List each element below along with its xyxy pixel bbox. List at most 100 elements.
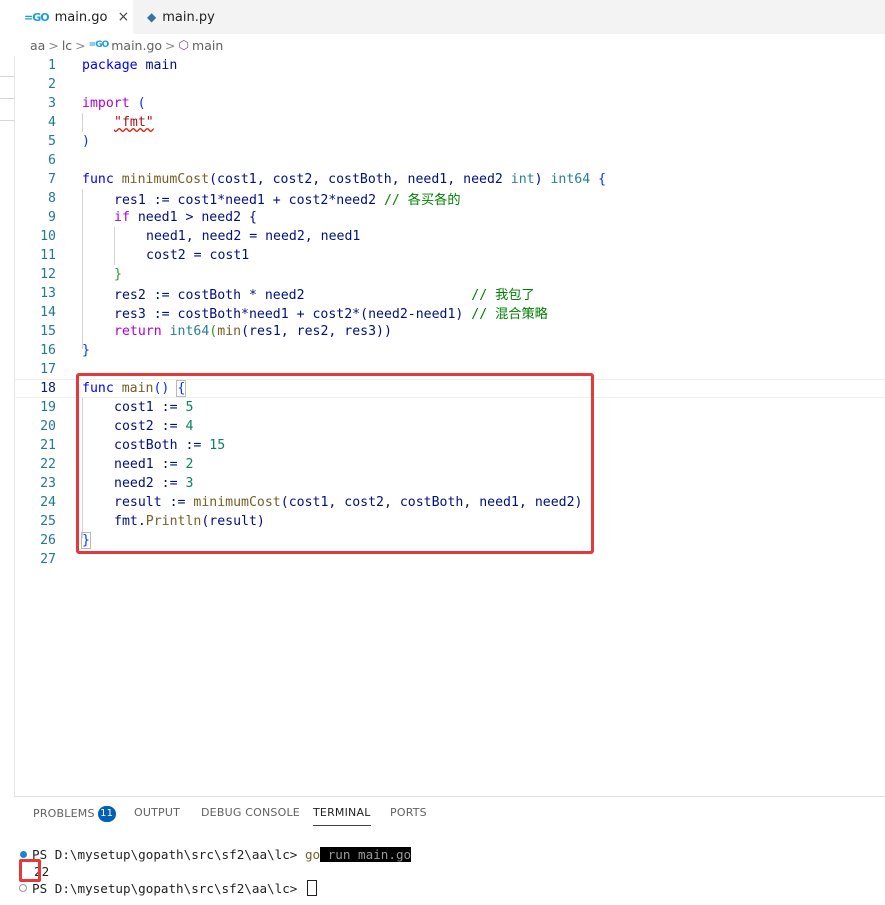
code-line: 21 costBoth := 15 bbox=[14, 436, 885, 455]
number-literal: 5 bbox=[185, 400, 194, 415]
code-text: need1 > need2 { bbox=[129, 210, 257, 225]
line-number: 27 bbox=[40, 552, 56, 567]
number-literal: 15 bbox=[209, 438, 226, 453]
breadcrumb-item-main-go[interactable]: main.go bbox=[111, 38, 162, 53]
code-text: (cost1, cost2, costBoth, need1, need2 bbox=[209, 172, 511, 187]
tab-label: main.py bbox=[162, 9, 215, 25]
function-name: main bbox=[121, 381, 154, 396]
annotation-output-box bbox=[19, 859, 41, 882]
code-line: 7 func minimumCost(cost1, cost2, costBot… bbox=[14, 170, 885, 189]
code-line: 20 cost2 := 4 bbox=[14, 417, 885, 436]
function-name: min bbox=[217, 324, 242, 339]
code-line: 2 bbox=[14, 75, 885, 94]
breadcrumb-item-aa[interactable]: aa bbox=[30, 38, 45, 53]
function-name: minimumCost bbox=[193, 495, 281, 510]
code-line: 14 res3 := costBoth*need1 + cost2*(need2… bbox=[14, 303, 885, 322]
function-name: Println bbox=[145, 514, 202, 529]
code-text: (cost1, cost2, costBoth, need1, need2) bbox=[280, 495, 583, 510]
tab-ports[interactable]: PORTS bbox=[390, 806, 427, 826]
line-number: 11 bbox=[40, 248, 56, 263]
code-line: 25 fmt.Println(result) bbox=[14, 512, 885, 531]
breadcrumb-item-main[interactable]: main bbox=[192, 38, 223, 53]
code-line: 5 ) bbox=[14, 132, 885, 151]
code-line: 22 need1 := 2 bbox=[14, 455, 885, 474]
code-text: } bbox=[82, 343, 90, 358]
terminal-prompt: PS D:\mysetup\gopath\src\sf2\aa\lc> bbox=[32, 881, 305, 896]
keyword: import bbox=[82, 96, 130, 111]
go-file-icon: =GO bbox=[88, 40, 110, 50]
line-number: 25 bbox=[40, 514, 56, 529]
code-line: 12 } bbox=[14, 265, 885, 284]
line-number: 22 bbox=[40, 457, 56, 472]
line-number: 4 bbox=[48, 115, 56, 130]
code-line: 1 package main bbox=[14, 56, 885, 75]
code-editor[interactable]: 1 package main 2 3 import ( 4 "fmt" 5 ) … bbox=[14, 56, 885, 576]
string-literal: "fmt" bbox=[114, 115, 154, 130]
tab-label: PORTS bbox=[390, 806, 427, 819]
line-number: 9 bbox=[48, 210, 56, 225]
code-line: 19 cost1 := 5 bbox=[14, 398, 885, 417]
terminal-command: go bbox=[304, 847, 321, 862]
tab-main-go[interactable]: =GO main.go × bbox=[0, 0, 133, 34]
line-number: 2 bbox=[48, 77, 56, 92]
line-number: 13 bbox=[40, 286, 56, 301]
type-name: int bbox=[510, 172, 535, 187]
number-literal: 2 bbox=[185, 457, 194, 472]
keyword: func bbox=[82, 381, 114, 396]
keyword: func bbox=[82, 172, 114, 187]
strip-divider bbox=[0, 120, 14, 121]
line-number: 20 bbox=[40, 419, 56, 434]
matched-brace: { bbox=[176, 380, 187, 397]
code-text: result := bbox=[114, 495, 194, 510]
tab-main-py[interactable]: ◆ main.py bbox=[133, 0, 251, 34]
code-line: 24 result := minimumCost(cost1, cost2, c… bbox=[14, 493, 885, 512]
code-text: need1, need2 = need2, need1 bbox=[146, 229, 361, 244]
keyword: if bbox=[114, 210, 130, 225]
breadcrumb-separator: > bbox=[48, 37, 59, 53]
line-number: 15 bbox=[40, 324, 56, 339]
terminal-prompt: PS D:\mysetup\gopath\src\sf2\aa\lc> bbox=[32, 847, 305, 862]
code-line: 16 } bbox=[14, 341, 885, 360]
tab-label: OUTPUT bbox=[134, 806, 181, 819]
code-text: res2 := costBoth * need2 bbox=[114, 288, 472, 303]
breadcrumb-item-lc[interactable]: lc bbox=[62, 38, 72, 53]
breadcrumb: aa > lc > =GO main.go > ⬡ main bbox=[0, 34, 885, 56]
close-icon[interactable]: × bbox=[117, 9, 129, 25]
line-number: 1 bbox=[48, 58, 56, 73]
keyword: package bbox=[82, 58, 138, 73]
matched-brace: } bbox=[81, 532, 91, 549]
tab-output[interactable]: OUTPUT bbox=[134, 806, 180, 826]
symbol-method-icon: ⬡ bbox=[178, 38, 190, 52]
terminal-line: PS D:\mysetup\gopath\src\sf2\aa\lc> go r… bbox=[32, 847, 412, 862]
comment: // 混合策略 bbox=[471, 307, 548, 322]
code-line: 8 res1 := cost1*need1 + cost2*need2 // 各… bbox=[14, 189, 885, 208]
code-line-current: 18 func main() { bbox=[14, 379, 885, 398]
line-number: 12 bbox=[40, 267, 56, 282]
code-text: ) bbox=[534, 172, 551, 187]
tab-problems[interactable]: PROBLEMS 11 bbox=[33, 806, 116, 826]
line-number: 19 bbox=[40, 400, 56, 415]
code-text: ) bbox=[82, 134, 90, 149]
line-number: 8 bbox=[48, 191, 56, 206]
code-line: 10 need1, need2 = need2, need1 bbox=[14, 227, 885, 246]
code-text: fmt. bbox=[114, 514, 146, 529]
code-text: res3 := costBoth*need1 + cost2*(need2-ne… bbox=[114, 307, 472, 322]
tab-terminal[interactable]: TERMINAL bbox=[313, 806, 371, 826]
code-text: res1 := cost1*need1 + cost2*need2 bbox=[114, 193, 384, 208]
code-text: main bbox=[137, 58, 178, 73]
line-number: 23 bbox=[40, 476, 56, 491]
code-line: 17 bbox=[14, 360, 885, 379]
code-text: need2 := bbox=[114, 476, 186, 491]
code-line: 6 bbox=[14, 151, 885, 170]
code-line: 3 import ( bbox=[14, 94, 885, 113]
code-text: { bbox=[590, 172, 607, 187]
number-literal: 3 bbox=[185, 476, 194, 491]
python-file-icon: ◆ bbox=[147, 10, 157, 24]
code-text: ( bbox=[129, 96, 146, 111]
command-success-icon bbox=[20, 851, 27, 858]
code-text: cost1 := bbox=[114, 400, 186, 415]
keyword: return bbox=[114, 324, 162, 339]
tab-label: DEBUG CONSOLE bbox=[201, 806, 300, 819]
strip-divider bbox=[0, 98, 14, 99]
tab-debug-console[interactable]: DEBUG CONSOLE bbox=[201, 806, 300, 826]
